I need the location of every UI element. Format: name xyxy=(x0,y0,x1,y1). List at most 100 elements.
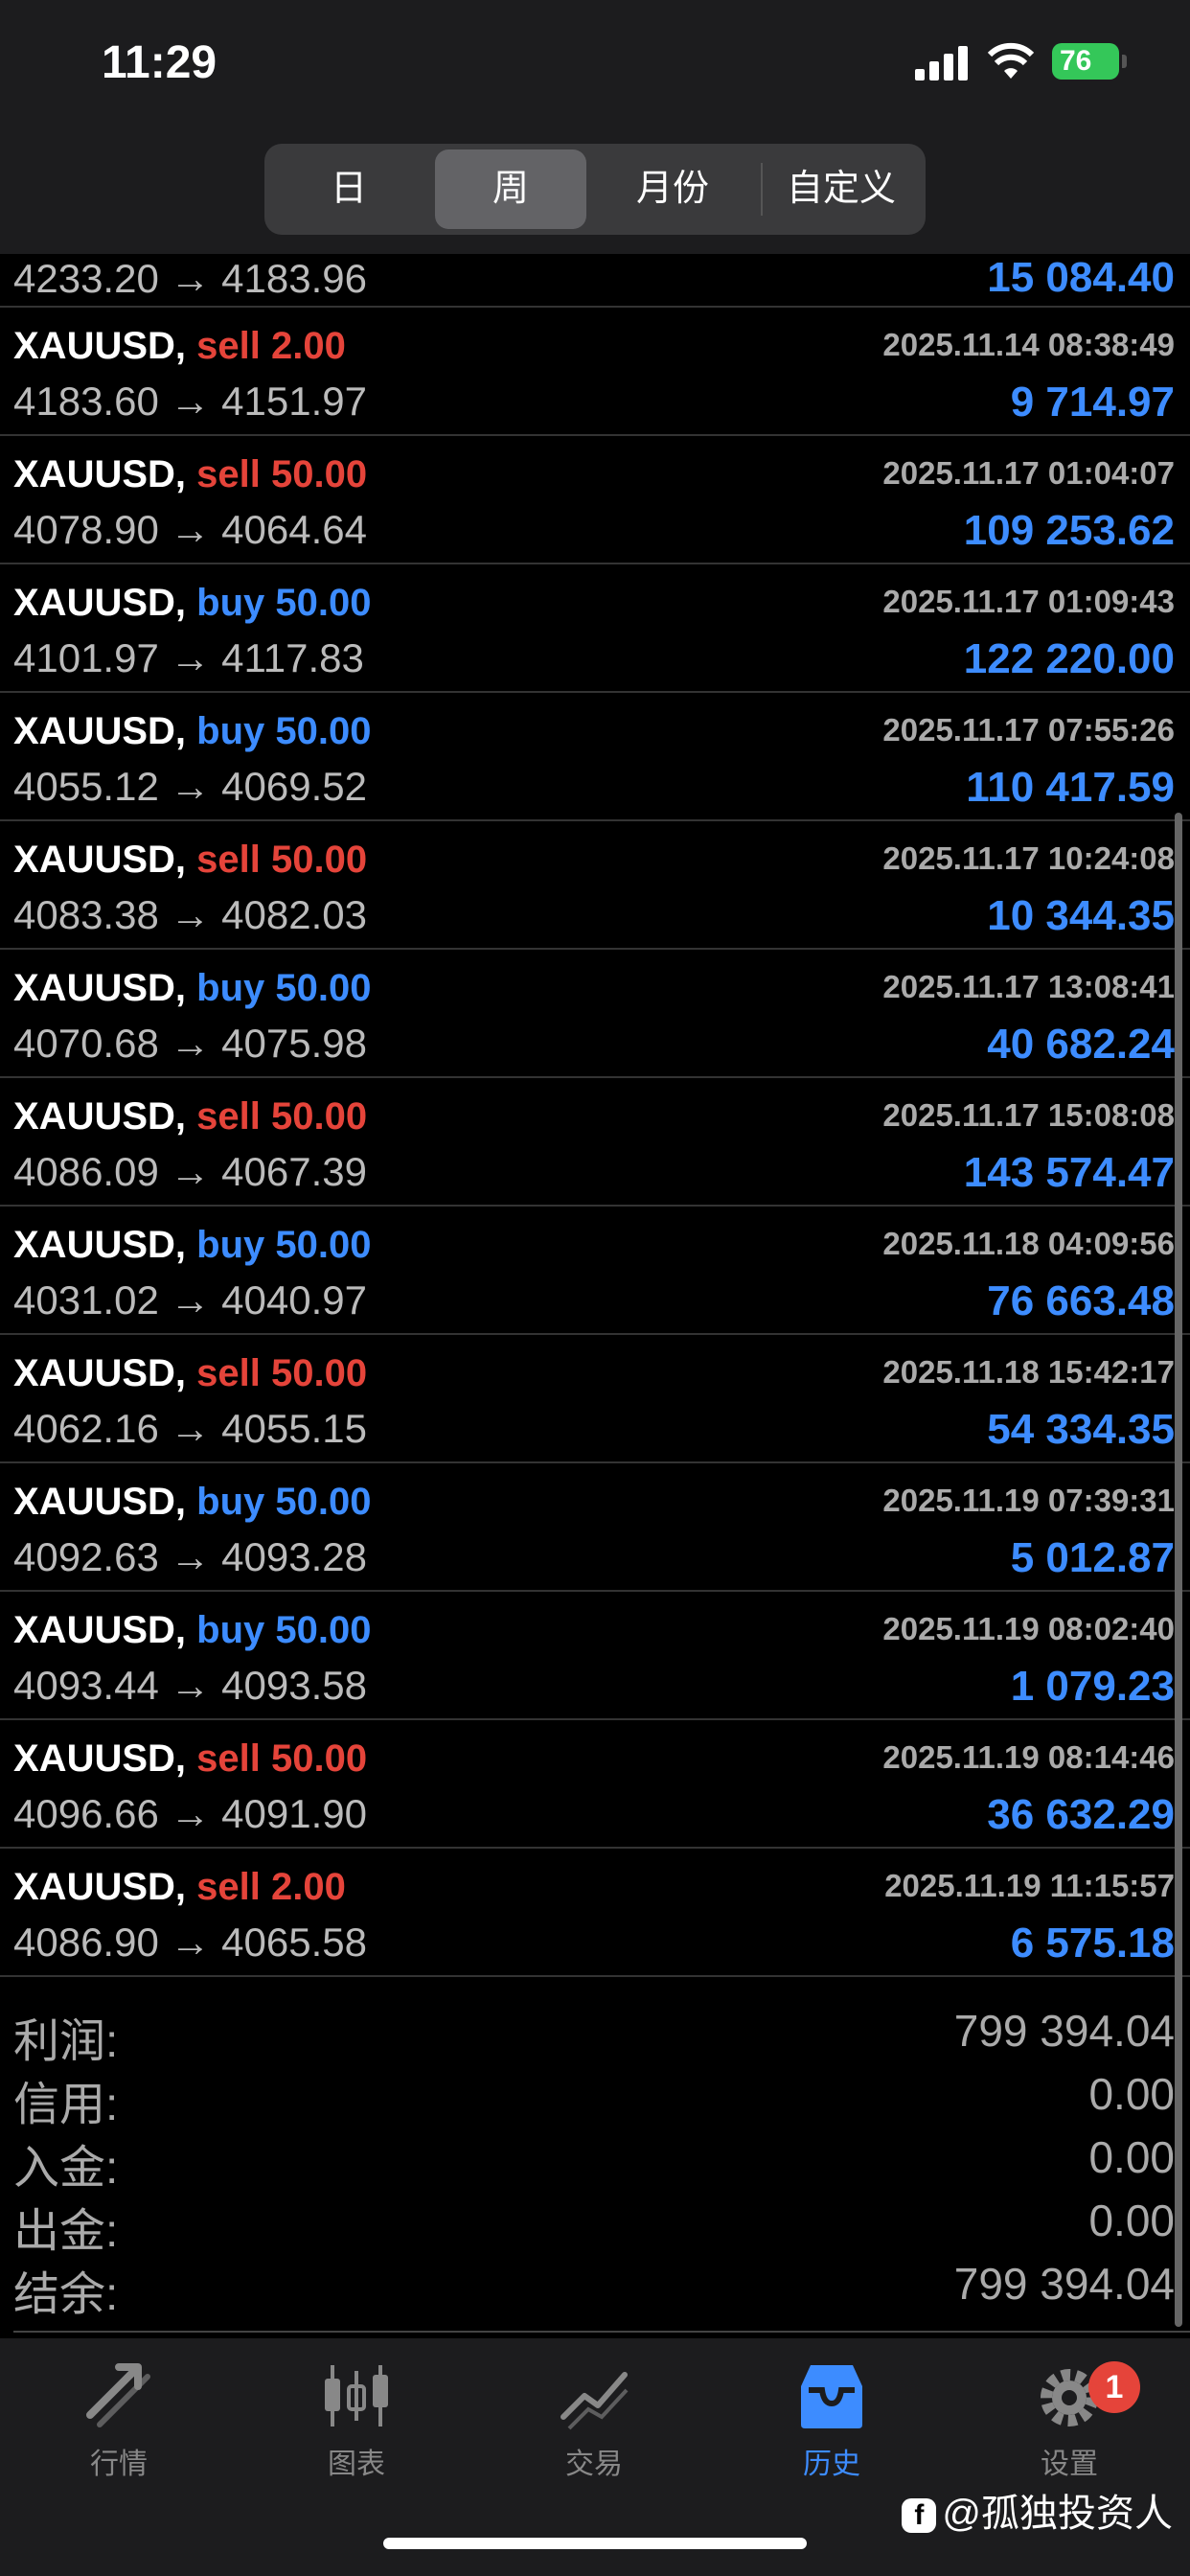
table-row[interactable]: XAUUSD, buy 50.00 2025.11.17 01:09:43 4101… xyxy=(0,564,1190,693)
table-row[interactable]: XAUUSD, buy 50.00 2025.11.19 08:02:40 4093… xyxy=(0,1592,1190,1720)
tab-label: 图表 xyxy=(328,2449,385,2480)
trade-symbol-text: XAUUSD, xyxy=(13,453,187,495)
table-row[interactable]: 4233.20 → 4183.96 15 084.40 xyxy=(0,254,1190,308)
trade-price: 4086.09 → 4067.39 xyxy=(13,1149,367,1194)
period-header: 日 周 月份 自定义 xyxy=(0,144,1190,254)
trade-price: 4086.90 → 4065.58 xyxy=(13,1920,367,1965)
tab-quotes[interactable]: 行情 xyxy=(23,2358,215,2501)
trade-time: 2025.11.17 10:24:08 xyxy=(882,840,1175,876)
tab-trade[interactable]: 交易 xyxy=(498,2358,690,2501)
trade-symbol-text: XAUUSD, xyxy=(13,1095,187,1138)
scrollbar[interactable] xyxy=(1175,813,1182,2327)
tab-label: 交易 xyxy=(565,2449,623,2480)
trade-icon xyxy=(561,2372,629,2430)
trade-volume: 50.00 xyxy=(271,1737,368,1780)
segment-divider xyxy=(761,163,763,216)
table-row[interactable]: XAUUSD, sell 50.00 2025.11.17 10:24:08 408… xyxy=(0,821,1190,950)
trade-symbol-text: XAUUSD, xyxy=(13,710,187,752)
trade-volume: 2.00 xyxy=(271,325,346,367)
trade-symbol-text: XAUUSD, xyxy=(13,1481,187,1523)
trade-price: 4101.97 → 4117.83 xyxy=(13,635,364,680)
trade-price: 4031.02 → 4040.97 xyxy=(13,1277,367,1322)
segment-day[interactable]: 日 xyxy=(272,150,425,229)
trade-symbol-text: XAUUSD, xyxy=(13,1737,187,1780)
summary-value: 799 394.04 xyxy=(953,2259,1175,2309)
trade-side: buy xyxy=(196,710,265,752)
quotes-icon xyxy=(86,2363,150,2427)
table-row[interactable]: XAUUSD, buy 50.00 2025.11.17 13:08:41 4070… xyxy=(0,950,1190,1078)
signal-icon xyxy=(915,46,968,80)
table-row[interactable]: XAUUSD, buy 50.00 2025.11.17 07:55:26 4055… xyxy=(0,693,1190,821)
trade-history-list: 4233.20 → 4183.96 15 084.40 XAUUSD, sell… xyxy=(0,254,1190,1977)
trade-price: 4093.44 → 4093.58 xyxy=(13,1663,367,1708)
tab-label: 设置 xyxy=(1041,2449,1098,2480)
trade-volume: 50.00 xyxy=(271,1352,368,1394)
segment-month[interactable]: 月份 xyxy=(596,150,749,229)
trade-symbol: XAUUSD, buy 50.00 xyxy=(13,967,372,1010)
trade-time: 2025.11.19 11:15:57 xyxy=(884,1868,1175,1903)
trade-price: 4078.90 → 4064.64 xyxy=(13,507,367,552)
summary-row-credit: 信用: 0.00 xyxy=(0,2062,1190,2130)
trade-price: 4055.12 → 4069.52 xyxy=(13,764,367,809)
table-row[interactable]: XAUUSD, buy 50.00 2025.11.18 04:09:56 4031… xyxy=(0,1207,1190,1335)
trade-time: 2025.11.18 04:09:56 xyxy=(882,1226,1175,1261)
segment-custom[interactable]: 自定义 xyxy=(765,150,918,229)
trade-volume: 50.00 xyxy=(271,839,368,881)
trade-symbol: XAUUSD, buy 50.00 xyxy=(13,582,372,625)
segment-week[interactable]: 周 xyxy=(435,150,586,229)
tab-settings[interactable]: 设置 1 xyxy=(973,2358,1165,2501)
trade-symbol: XAUUSD, sell 50.00 xyxy=(13,1737,367,1781)
trade-symbol-text: XAUUSD, xyxy=(13,967,187,1009)
trade-profit: 143 574.47 xyxy=(963,1149,1175,1196)
status-time: 11:29 xyxy=(102,37,217,88)
trade-price: 4096.66 → 4091.90 xyxy=(13,1791,367,1836)
table-row[interactable]: XAUUSD, sell 50.00 2025.11.17 01:04:07 407… xyxy=(0,436,1190,564)
summary-divider xyxy=(13,2331,1190,2333)
trade-side: buy xyxy=(196,582,265,624)
trade-symbol: XAUUSD, buy 50.00 xyxy=(13,710,372,753)
table-row[interactable]: XAUUSD, buy 50.00 2025.11.19 07:39:31 4092… xyxy=(0,1463,1190,1592)
trade-volume: 50.00 xyxy=(275,1481,372,1523)
trade-volume: 50.00 xyxy=(271,1095,368,1138)
summary-label: 结余: xyxy=(13,2269,119,2320)
tab-history[interactable]: 历史 xyxy=(736,2358,927,2501)
trade-volume: 50.00 xyxy=(275,967,372,1009)
trade-time: 2025.11.17 07:55:26 xyxy=(882,712,1175,748)
facebook-icon: f xyxy=(902,2498,937,2534)
summary-value: 799 394.04 xyxy=(953,2006,1175,2056)
trade-side: sell xyxy=(196,1352,261,1394)
trade-price: 4183.60 → 4151.97 xyxy=(13,379,367,424)
table-row[interactable]: XAUUSD, sell 2.00 2025.11.19 11:15:57 4086… xyxy=(0,1849,1190,1977)
account-summary: 利润: 799 394.04 信用: 0.00 入金: 0.00 出金: 0.0… xyxy=(0,1999,1190,2330)
trade-symbol-text: XAUUSD, xyxy=(13,839,187,881)
trade-symbol: XAUUSD, sell 50.00 xyxy=(13,839,367,882)
period-segmented-control: 日 周 月份 自定义 xyxy=(264,144,926,235)
trade-symbol: XAUUSD, buy 50.00 xyxy=(13,1609,372,1652)
trade-time: 2025.11.18 15:42:17 xyxy=(882,1354,1175,1390)
tab-label: 历史 xyxy=(803,2449,860,2480)
table-row[interactable]: XAUUSD, sell 50.00 2025.11.19 08:14:46 409… xyxy=(0,1720,1190,1849)
trade-time: 2025.11.19 08:02:40 xyxy=(882,1611,1175,1646)
trade-price: 4062.16 → 4055.15 xyxy=(13,1406,367,1451)
battery-indicator: 76 xyxy=(1052,43,1127,80)
home-indicator[interactable] xyxy=(383,2538,807,2549)
summary-value: 0.00 xyxy=(1088,2196,1175,2245)
trade-profit: 6 575.18 xyxy=(1010,1920,1175,1966)
trade-profit: 5 012.87 xyxy=(1010,1534,1175,1581)
summary-row-profit: 利润: 799 394.04 xyxy=(0,1999,1190,2067)
trade-symbol: XAUUSD, buy 50.00 xyxy=(13,1481,372,1524)
trade-profit: 40 682.24 xyxy=(987,1021,1175,1068)
trade-profit: 54 334.35 xyxy=(987,1406,1175,1453)
table-row[interactable]: XAUUSD, sell 50.00 2025.11.18 15:42:17 406… xyxy=(0,1335,1190,1463)
table-row[interactable]: XAUUSD, sell 50.00 2025.11.17 15:08:08 408… xyxy=(0,1078,1190,1207)
trade-volume: 50.00 xyxy=(275,710,372,752)
summary-value: 0.00 xyxy=(1088,2132,1175,2182)
tab-label: 行情 xyxy=(90,2449,148,2480)
summary-label: 信用: xyxy=(13,2080,119,2130)
summary-label: 出金: xyxy=(13,2206,119,2257)
tab-chart[interactable]: 图表 xyxy=(261,2358,452,2501)
trade-symbol: XAUUSD, buy 50.00 xyxy=(13,1224,372,1267)
table-row[interactable]: XAUUSD, sell 2.00 2025.11.14 08:38:49 4183… xyxy=(0,308,1190,436)
trade-price: 4092.63 → 4093.28 xyxy=(13,1534,367,1579)
trade-symbol: XAUUSD, sell 50.00 xyxy=(13,1352,367,1395)
